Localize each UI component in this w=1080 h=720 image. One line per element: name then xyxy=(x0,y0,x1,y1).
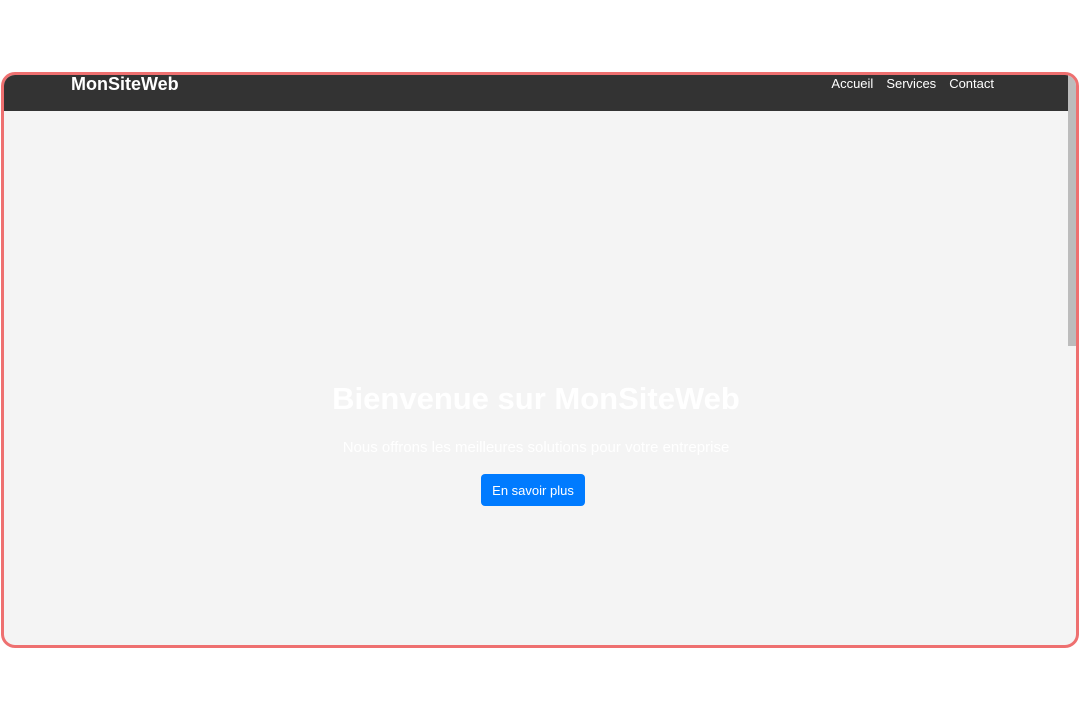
nav-menu: Accueil Services Contact xyxy=(831,77,994,91)
browser-viewport: MonSiteWeb Accueil Services Contact Bien… xyxy=(1,72,1079,648)
vertical-scrollbar[interactable] xyxy=(1068,75,1076,639)
hero-subtitle: Nous offrons les meilleures solutions po… xyxy=(342,439,730,456)
hero-section: Bienvenue sur MonSiteWeb Nous offrons le… xyxy=(4,111,1068,639)
nav-link-services[interactable]: Services xyxy=(886,77,936,91)
learn-more-button[interactable]: En savoir plus xyxy=(481,474,585,506)
nav-link-contact[interactable]: Contact xyxy=(949,77,994,91)
nav-link-accueil[interactable]: Accueil xyxy=(831,77,873,91)
scrollbar-thumb[interactable] xyxy=(1068,75,1076,346)
hero-title: Bienvenue sur MonSiteWeb xyxy=(332,381,740,416)
navbar: MonSiteWeb Accueil Services Contact xyxy=(4,75,1068,111)
site-logo[interactable]: MonSiteWeb xyxy=(71,75,179,93)
